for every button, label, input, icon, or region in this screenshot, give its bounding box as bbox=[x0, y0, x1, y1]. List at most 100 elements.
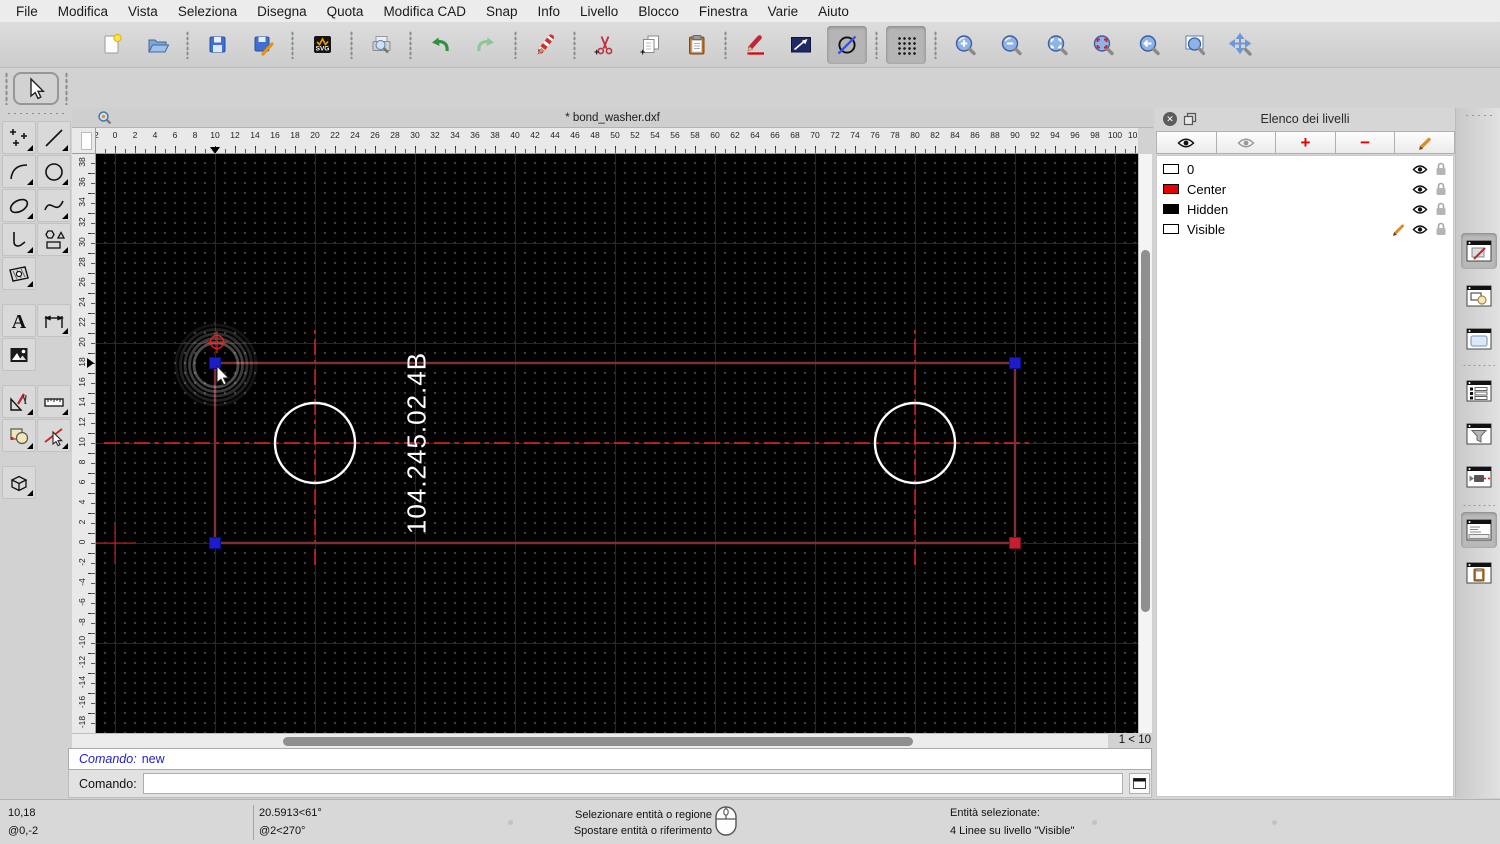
undo-button[interactable] bbox=[420, 26, 460, 64]
command-widget-toggle[interactable] bbox=[1461, 512, 1497, 548]
layer-row-0[interactable]: 0 bbox=[1157, 159, 1453, 179]
select-entity-tool[interactable] bbox=[37, 419, 71, 452]
spline-tool[interactable] bbox=[37, 189, 71, 222]
layer-visibility-icon[interactable] bbox=[1412, 164, 1428, 175]
menu-item-modifica[interactable]: Modifica bbox=[48, 4, 118, 19]
new-document-button[interactable] bbox=[92, 26, 132, 64]
eye-icon bbox=[1177, 138, 1195, 147]
cut-button[interactable]: + bbox=[584, 26, 624, 64]
vertical-scrollbar-thumb[interactable] bbox=[1141, 250, 1150, 612]
zoom-in-button[interactable] bbox=[945, 26, 985, 64]
layer-name: 0 bbox=[1187, 161, 1195, 177]
zoom-auto-button[interactable] bbox=[1037, 26, 1077, 64]
show-all-layers-button[interactable] bbox=[1156, 131, 1217, 154]
horizontal-scrollbar-thumb[interactable] bbox=[283, 737, 913, 746]
library-browser-toggle[interactable] bbox=[1461, 321, 1497, 357]
menu-item-info[interactable]: Info bbox=[528, 4, 571, 19]
menu-item-vista[interactable]: Vista bbox=[118, 4, 168, 19]
zoom-window-button[interactable] bbox=[1175, 26, 1215, 64]
remove-layer-button[interactable]: − bbox=[1334, 131, 1396, 154]
pen-settings-button[interactable] bbox=[735, 26, 775, 64]
measure-tool[interactable] bbox=[37, 385, 71, 418]
clipboard-panel-toggle[interactable] bbox=[1461, 555, 1497, 591]
block-list-toggle[interactable] bbox=[1461, 278, 1497, 314]
paste-button[interactable] bbox=[676, 26, 716, 64]
ruler-label: 30 bbox=[77, 237, 87, 247]
layer-row-center[interactable]: Center bbox=[1157, 179, 1453, 199]
circle-tool[interactable] bbox=[37, 155, 71, 188]
image-tool[interactable] bbox=[2, 338, 36, 371]
selection-filter-toggle[interactable] bbox=[1461, 416, 1497, 452]
menu-item-varie[interactable]: Varie bbox=[758, 4, 809, 19]
cad-canvas[interactable]: 104.245.02.4B bbox=[96, 154, 1138, 733]
ellipse-tool[interactable] bbox=[2, 189, 36, 222]
layer-row-hidden[interactable]: Hidden bbox=[1157, 199, 1453, 219]
command-detach-button[interactable] bbox=[1128, 773, 1150, 794]
delete-entities-button[interactable] bbox=[525, 26, 565, 64]
layer-lock-icon[interactable] bbox=[1435, 162, 1447, 176]
shapes-tool[interactable] bbox=[37, 223, 71, 256]
toolbar-drag-handle[interactable] bbox=[65, 72, 68, 105]
zoom-out-button[interactable] bbox=[991, 26, 1031, 64]
zoom-selection-button[interactable] bbox=[1083, 26, 1123, 64]
palette-drag-handle[interactable] bbox=[6, 112, 66, 116]
edit-layer-button[interactable] bbox=[1394, 131, 1455, 154]
layer-lock-icon[interactable] bbox=[1435, 182, 1447, 196]
line-tool[interactable] bbox=[37, 121, 71, 154]
detach-panel-icon[interactable] bbox=[1183, 112, 1197, 126]
save-button[interactable] bbox=[197, 26, 237, 64]
menu-item-snap[interactable]: Snap bbox=[476, 4, 528, 19]
hatch-tool[interactable] bbox=[2, 257, 36, 290]
menu-item-blocco[interactable]: Blocco bbox=[628, 4, 689, 19]
3d-box-tool[interactable] bbox=[2, 466, 36, 499]
arc-tool[interactable] bbox=[2, 155, 36, 188]
menu-item-livello[interactable]: Livello bbox=[570, 4, 628, 19]
grid-toggle-button[interactable] bbox=[886, 25, 926, 64]
layer-panel-header[interactable]: ✕ Elenco dei livelli bbox=[1155, 108, 1455, 130]
zoom-previous-button[interactable] bbox=[1129, 26, 1169, 64]
save-as-button[interactable] bbox=[243, 26, 283, 64]
layer-visibility-icon[interactable] bbox=[1412, 184, 1428, 195]
layer-row-visible[interactable]: Visible bbox=[1157, 219, 1453, 239]
menu-item-disegna[interactable]: Disegna bbox=[247, 4, 317, 19]
entity-list-toggle[interactable] bbox=[1461, 373, 1497, 409]
close-panel-icon[interactable]: ✕ bbox=[1163, 112, 1177, 126]
layer-list-toggle[interactable] bbox=[1461, 233, 1497, 269]
vertical-scrollbar[interactable] bbox=[1138, 154, 1152, 733]
points-tool[interactable] bbox=[2, 121, 36, 154]
attributes-button[interactable] bbox=[781, 26, 821, 64]
dock-drag-handle[interactable] bbox=[1464, 114, 1494, 118]
menu-item-seleziona[interactable]: Seleziona bbox=[168, 4, 247, 19]
layer-lock-icon[interactable] bbox=[1435, 202, 1447, 216]
drawing-window-titlebar[interactable]: * bond_washer.dxf bbox=[72, 108, 1153, 128]
layer-visibility-icon[interactable] bbox=[1412, 224, 1428, 235]
layer-lock-icon[interactable] bbox=[1435, 222, 1447, 236]
copy-button[interactable]: + bbox=[630, 26, 670, 64]
entity-info-button[interactable] bbox=[827, 25, 867, 64]
dimension-tool[interactable] bbox=[37, 304, 71, 337]
horizontal-scrollbar[interactable] bbox=[72, 733, 1110, 748]
block-tool[interactable] bbox=[2, 419, 36, 452]
modify-tool[interactable] bbox=[2, 385, 36, 418]
pan-button[interactable] bbox=[1221, 26, 1261, 64]
named-views-toggle[interactable] bbox=[1461, 459, 1497, 495]
layer-visibility-icon[interactable] bbox=[1412, 204, 1428, 215]
command-input[interactable] bbox=[142, 773, 1123, 794]
menu-item-file[interactable]: File bbox=[6, 4, 48, 19]
hide-all-layers-button[interactable] bbox=[1215, 131, 1277, 154]
export-svg-button[interactable]: SVG bbox=[302, 26, 342, 64]
text-tool[interactable]: A bbox=[2, 304, 36, 337]
print-preview-button[interactable] bbox=[361, 26, 401, 64]
ruler-label: 34 bbox=[77, 197, 87, 207]
polyline-tool[interactable] bbox=[2, 223, 36, 256]
select-tool-button[interactable] bbox=[13, 72, 59, 105]
menu-item-quota[interactable]: Quota bbox=[317, 4, 374, 19]
pan-arrows-icon bbox=[1229, 32, 1252, 56]
add-layer-button[interactable]: + bbox=[1275, 131, 1336, 154]
menu-item-modifica-cad[interactable]: Modifica CAD bbox=[373, 4, 476, 19]
menu-item-finestra[interactable]: Finestra bbox=[689, 4, 758, 19]
open-file-button[interactable] bbox=[138, 26, 178, 64]
toolbar-drag-handle[interactable] bbox=[5, 72, 8, 105]
redo-button[interactable] bbox=[466, 26, 506, 64]
menu-item-aiuto[interactable]: Aiuto bbox=[808, 4, 859, 19]
